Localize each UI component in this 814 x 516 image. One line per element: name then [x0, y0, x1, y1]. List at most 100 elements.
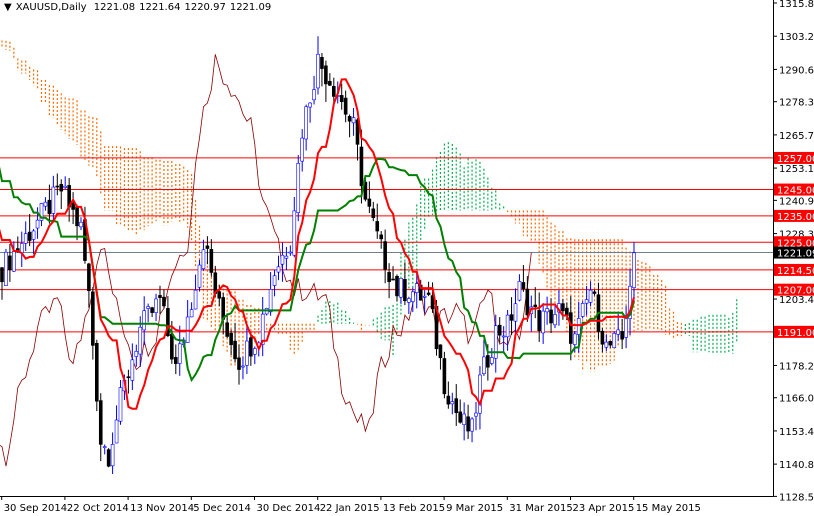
- candle-body: [229, 332, 233, 346]
- candle-body: [493, 325, 498, 359]
- candle-body: [292, 210, 297, 256]
- candle-body: [177, 343, 182, 364]
- candle-body: [454, 398, 459, 413]
- candle-body: [31, 230, 36, 240]
- level-price-tag: 1207.00: [777, 286, 814, 297]
- candle-body: [387, 272, 391, 282]
- candle-body: [584, 299, 589, 304]
- price-chart[interactable]: 1315.80 1303.20 1290.60 1278.35 1265.75 1253.…: [0, 0, 814, 516]
- candle-body: [312, 89, 316, 101]
- candle-body: [565, 307, 569, 316]
- candle-body: [505, 314, 510, 338]
- candle-body: [616, 329, 621, 335]
- x-tick-label: 22 Jan 2015: [320, 503, 380, 514]
- candle-body: [288, 251, 293, 254]
- candle-body: [509, 314, 514, 321]
- x-tick-label: 22 Oct 2014: [67, 503, 129, 514]
- x-tick-label: 23 Apr 2015: [573, 503, 635, 514]
- candle-body: [375, 221, 380, 232]
- candle-body: [205, 245, 210, 249]
- symbol-label: XAUUSD,Daily: [15, 2, 87, 13]
- y-tick-label: 1265.75: [779, 131, 814, 142]
- candle-body: [158, 295, 162, 298]
- candle-body: [474, 412, 478, 417]
- candles: [0, 36, 636, 475]
- candle-body: [201, 249, 206, 269]
- candle-body: [118, 387, 123, 422]
- candle-body: [154, 298, 158, 313]
- candle-body: [233, 340, 237, 360]
- candle-body: [320, 57, 324, 69]
- candle-body: [525, 288, 530, 316]
- candle-body: [501, 335, 506, 338]
- candle-body: [174, 357, 178, 364]
- candle-body: [624, 316, 628, 338]
- candle-body: [8, 255, 12, 271]
- candle-body: [391, 278, 395, 281]
- candle-body: [276, 266, 281, 273]
- candle-body: [63, 185, 68, 188]
- candle-body: [296, 163, 301, 213]
- candle-body: [225, 322, 229, 337]
- candle-body: [23, 233, 28, 244]
- level-price-tag: 1214.50: [777, 266, 814, 277]
- candle-body: [241, 365, 245, 368]
- candle-body: [458, 411, 463, 423]
- candle-body: [541, 310, 545, 334]
- candle-body: [4, 251, 8, 286]
- candle-body: [130, 359, 135, 381]
- candle-body: [462, 413, 466, 425]
- candle-body: [193, 289, 198, 310]
- candle-body: [580, 303, 585, 317]
- y-tick-label: 1203.45: [779, 295, 814, 306]
- y-tick-label: 1166.00: [779, 394, 814, 405]
- level-price-tag: 1245.00: [777, 186, 814, 197]
- candle-body: [549, 309, 553, 324]
- candle-body: [237, 357, 241, 370]
- candle-body: [343, 97, 348, 115]
- candle-body: [600, 330, 605, 345]
- candle-body: [517, 281, 522, 301]
- chart-window[interactable]: 1315.80 1303.20 1290.60 1278.35 1265.75 1253.…: [0, 0, 814, 516]
- open-value: 1221.08: [93, 2, 136, 13]
- candle-body: [55, 185, 60, 188]
- candle-body: [110, 444, 115, 467]
- candle-body: [268, 289, 273, 313]
- candle-body: [339, 95, 344, 102]
- candle-body: [379, 234, 384, 240]
- candle-body: [446, 395, 451, 405]
- candle-body: [608, 340, 613, 346]
- level-price-tag: 1235.00: [777, 212, 814, 223]
- candle-body: [59, 184, 64, 192]
- candle-body: [12, 250, 16, 272]
- candle-body: [359, 146, 364, 187]
- x-tick-label: 31 Mar 2015: [509, 503, 572, 514]
- candle-body: [486, 355, 490, 368]
- x-tick-label: 13 Nov 2014: [130, 503, 194, 514]
- level-price-tag: 1191.00: [777, 328, 814, 339]
- candle-body: [588, 289, 593, 303]
- candle-body: [272, 275, 277, 286]
- candle-body: [533, 304, 538, 307]
- candle-body: [284, 255, 289, 259]
- candle-body: [91, 291, 95, 346]
- candle-body: [51, 186, 56, 214]
- candle-body: [304, 106, 308, 140]
- close-value: 1221.09: [229, 2, 272, 13]
- dropdown-arrow-icon[interactable]: ▼: [4, 2, 12, 13]
- candle-body: [249, 337, 253, 357]
- candle-body: [351, 117, 356, 124]
- candle-body: [253, 348, 257, 355]
- level-price-tag: 1257.00: [777, 154, 814, 165]
- candle-body: [106, 449, 111, 467]
- x-tick-label: 9 Mar 2015: [446, 503, 503, 514]
- candle-body: [410, 291, 415, 302]
- y-tick-label: 1290.60: [779, 65, 814, 76]
- x-tick-label: 5 Dec 2014: [193, 503, 251, 514]
- candle-body: [438, 344, 443, 359]
- candle-body: [47, 199, 52, 215]
- x-tick-label: 13 Feb 2015: [383, 503, 445, 514]
- x-tick-label: 30 Sep 2014: [4, 503, 67, 514]
- candle-body: [422, 295, 427, 298]
- candle-body: [331, 86, 336, 97]
